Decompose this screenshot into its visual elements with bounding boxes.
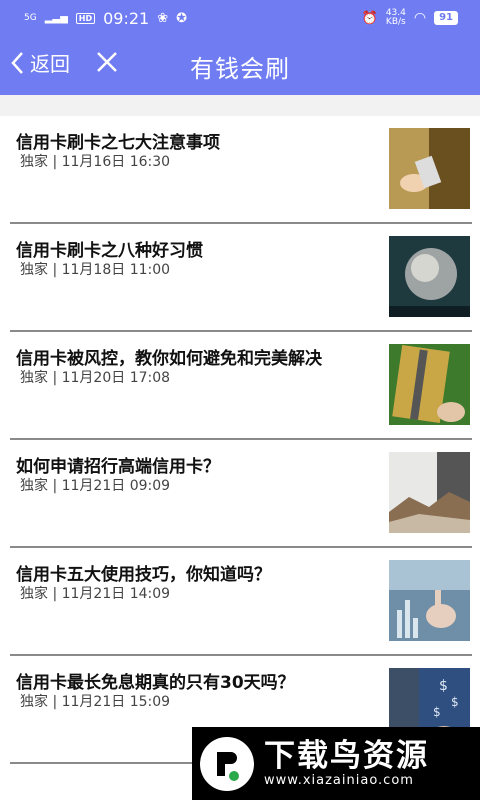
battery-indicator: 91	[434, 11, 458, 25]
article-meta: 独家 | 11月16日 16:30	[20, 154, 171, 170]
net-speed: 43.4 KB/s	[385, 8, 406, 27]
app-header: 5G ▂▃▅ HD 09:21 ❀ ✪ ⏰ 43.4 KB/s ◠ 91 返回 …	[0, 0, 480, 95]
page-title: 有钱会刷	[190, 55, 290, 83]
article-thumbnail	[389, 128, 470, 209]
article-title: 信用卡最长免息期真的只有30天吗？	[16, 673, 295, 693]
svg-text:$: $	[439, 678, 448, 694]
list-item[interactable]: 如何申请招行高端信用卡？ 独家 | 11月21日 09:09	[10, 440, 472, 548]
nav-bar: 返回 有钱会刷	[0, 36, 480, 95]
article-title: 信用卡被风控，教你如何避免和完美解决	[16, 349, 322, 369]
status-bar: 5G ▂▃▅ HD 09:21 ❀ ✪ ⏰ 43.4 KB/s ◠ 91	[0, 0, 480, 36]
article-meta: 独家 | 11月18日 11:00	[20, 262, 171, 278]
wifi-icon: ◠	[413, 10, 427, 26]
article-meta: 独家 | 11月21日 14:09	[20, 586, 171, 602]
network-indicator: 5G	[24, 12, 37, 23]
article-title: 信用卡五大使用技巧，你知道吗？	[16, 565, 271, 585]
article-title: 信用卡刷卡之七大注意事项	[16, 133, 220, 153]
watermark-url: www.xiazainiao.com	[264, 772, 414, 788]
signal-icon: ▂▃▅	[44, 12, 68, 24]
alarm-icon: ⏰	[361, 10, 378, 26]
list-item[interactable]: 信用卡刷卡之八种好习惯 独家 | 11月18日 11:00	[10, 224, 472, 332]
svg-text:$: $	[451, 695, 459, 709]
list-item[interactable]: 信用卡刷卡之七大注意事项 独家 | 11月16日 16:30	[10, 116, 472, 224]
wechat-icon: ❀	[157, 10, 169, 26]
article-meta: 独家 | 11月21日 09:09	[20, 478, 171, 494]
list-item[interactable]: 信用卡五大使用技巧，你知道吗？ 独家 | 11月21日 14:09	[10, 548, 472, 656]
bird-logo-icon	[200, 736, 254, 791]
article-thumbnail	[389, 560, 470, 641]
watermark-banner: 下载鸟资源 www.xiazainiao.com	[192, 727, 480, 800]
article-meta: 独家 | 11月21日 15:09	[20, 694, 171, 710]
notification-icon: ✪	[176, 10, 188, 26]
article-meta: 独家 | 11月20日 17:08	[20, 370, 171, 386]
list-item[interactable]: 信用卡被风控，教你如何避免和完美解决 独家 | 11月20日 17:08	[10, 332, 472, 440]
article-list: 信用卡刷卡之七大注意事项 独家 | 11月16日 16:30 信用卡刷卡之八种好…	[0, 116, 480, 800]
hd-badge: HD	[75, 12, 96, 24]
status-time: 09:21	[103, 8, 150, 28]
article-thumbnail	[389, 452, 470, 533]
svg-text:$: $	[433, 705, 441, 719]
article-title: 如何申请招行高端信用卡？	[16, 457, 220, 477]
article-title: 信用卡刷卡之八种好习惯	[16, 241, 203, 261]
article-thumbnail	[389, 236, 470, 317]
article-thumbnail	[389, 344, 470, 425]
watermark-name: 下载鸟资源	[264, 737, 429, 774]
